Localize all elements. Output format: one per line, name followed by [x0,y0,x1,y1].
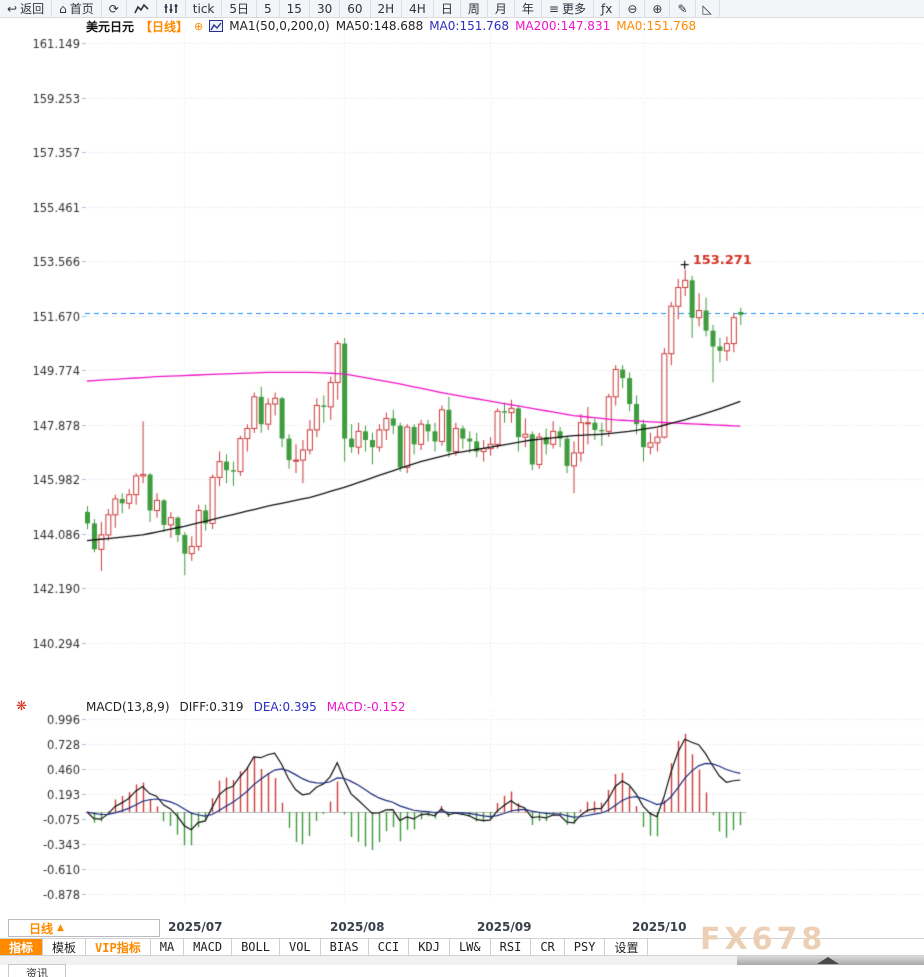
date-label-aug: 2025/08 [330,920,384,934]
zoom-in-icon: ⊕ [652,3,662,15]
scrollbar-arrow-icon [817,957,839,964]
toolbar-draw-icon[interactable]: ✎ [670,0,695,17]
toolbar-interval-4h-label: 4H [409,2,426,16]
indicator-tab-vol[interactable]: VOL [280,939,321,955]
toolbar-interval-week-button[interactable]: 周 [461,0,488,17]
indicator-tab-settings[interactable]: 设置 [605,939,648,955]
toolbar-interval-month-label: 月 [495,0,507,17]
toolbar-interval-15-label: 15 [287,2,302,16]
toolbar-fx-label: ƒx [601,2,612,16]
toolbar-refresh-icon[interactable]: ⟳ [102,0,127,17]
refresh-icon: ⟳ [109,3,119,15]
horizontal-scrollbar-thumb[interactable] [737,956,924,965]
toolbar-interval-5-button[interactable]: 5 [257,0,280,17]
line-chart-icon [134,3,149,14]
period-selector-label: 日线 [29,920,53,937]
toolbar-more-button[interactable]: ≡更多 [542,0,594,17]
toolbar-interval-4h-button[interactable]: 4H [402,0,434,17]
indicator-tab-ma[interactable]: MA [151,939,184,955]
x-axis-row: 日线 ▲ 2025/07 2025/08 2025/09 2025/10 [0,919,924,937]
top-toolbar: ↩返回⌂首页⟳tick5日51530602H4H日周月年≡更多ƒx⊖⊕✎◺ [0,0,924,18]
news-corner-tab[interactable]: 资讯 [8,964,66,977]
ma50-value: MA50:148.688 [336,19,424,33]
chart-header: 美元日元 【日线】 ⊕ MA1(50,0,200,0) MA50:148.688… [86,18,696,34]
toolbar-volume-bars-icon[interactable] [157,0,186,17]
toolbar-range-5d-button[interactable]: 5日 [222,0,257,17]
indicator-tab-rsi[interactable]: RSI [491,939,532,955]
toolbar-zoom-in-icon[interactable]: ⊕ [645,0,670,17]
toolbar-home-button[interactable]: ⌂首页 [52,0,102,17]
toolbar-interval-60-label: 60 [347,2,362,16]
horizontal-scrollbar-track[interactable] [0,956,924,965]
macd-dea-value: DEA:0.395 [254,700,317,714]
toolbar-more-label: 更多 [562,0,586,17]
toolbar-line-chart-icon[interactable] [127,0,157,17]
indicator-tab-macd[interactable]: MACD [184,939,232,955]
indicator-tab-indicators[interactable]: 指标 [0,939,43,955]
toolbar-interval-5-label: 5 [264,2,272,16]
toolbar-interval-15-button[interactable]: 15 [280,0,310,17]
indicator-tab-cr[interactable]: CR [531,939,564,955]
macd-diff-value: DIFF:0.319 [180,700,244,714]
indicator-tab-bias[interactable]: BIAS [321,939,369,955]
macd-bar-value: MACD:-0.152 [327,700,406,714]
toolbar-interval-2h-button[interactable]: 2H [371,0,403,17]
indicator-tab-cci[interactable]: CCI [369,939,410,955]
indicator-tab-templates[interactable]: 模板 [43,939,86,955]
date-label-oct: 2025/10 [632,920,686,934]
ma-chart-icon [209,20,223,32]
date-label-jul: 2025/07 [168,920,222,934]
toolbar-interval-day-label: 日 [441,0,453,17]
toolbar-angle-tool-icon[interactable]: ◺ [696,0,720,17]
add-compare-icon[interactable]: ⊕ [194,20,203,33]
symbol-name: 美元日元 [86,18,134,35]
period-selector-arrow-icon: ▲ [57,923,64,933]
ma-settings-label[interactable]: MA1(50,0,200,0) [229,19,329,33]
toolbar-range-5d-label: 5日 [229,0,249,17]
toolbar-interval-60-button[interactable]: 60 [340,0,370,17]
indicator-tab-kdj[interactable]: KDJ [409,939,450,955]
angle-tool-icon: ◺ [703,3,712,15]
period-tag: 【日线】 [140,18,188,35]
back-icon: ↩ [7,3,17,15]
macd-settings-icon[interactable]: ❋ [16,699,27,714]
indicator-tabs-row: 指标模板VIP指标MAMACDBOLLVOLBIASCCIKDJLW&RSICR… [0,938,924,956]
volume-bars-icon [164,3,178,14]
home-icon: ⌂ [59,3,67,15]
toolbar-zoom-out-icon[interactable]: ⊖ [620,0,645,17]
toolbar-interval-week-label: 周 [468,0,480,17]
macd-params-label[interactable]: MACD(13,8,9) [86,700,170,714]
kline-macd-chart-canvas[interactable] [0,18,924,919]
indicator-tab-psy[interactable]: PSY [565,939,606,955]
indicator-tab-vip-indicators[interactable]: VIP指标 [86,939,151,955]
toolbar-interval-year-button[interactable]: 年 [515,0,542,17]
indicator-tab-lw[interactable]: LW& [450,939,491,955]
ma200-value: MA200:147.831 [515,19,610,33]
toolbar-interval-day-button[interactable]: 日 [434,0,461,17]
toolbar-back-label: 返回 [20,0,44,17]
ma0-blue-value: MA0:151.768 [429,19,509,33]
period-selector[interactable]: 日线 ▲ [8,919,160,937]
toolbar-interval-30-label: 30 [317,2,332,16]
toolbar-home-label: 首页 [70,0,94,17]
toolbar-interval-2h-label: 2H [378,2,395,16]
more-icon: ≡ [549,3,559,15]
draw-icon: ✎ [677,3,687,15]
ma0-orange-value: MA0:151.768 [616,19,696,33]
toolbar-tick-button[interactable]: tick [186,0,223,17]
zoom-out-icon: ⊖ [627,3,637,15]
toolbar-back-button[interactable]: ↩返回 [0,0,52,17]
toolbar-interval-year-label: 年 [522,0,534,17]
toolbar-interval-30-button[interactable]: 30 [310,0,340,17]
toolbar-interval-month-button[interactable]: 月 [488,0,515,17]
indicator-tab-boll[interactable]: BOLL [232,939,280,955]
toolbar-tick-label: tick [193,2,215,16]
app-window: ↩返回⌂首页⟳tick5日51530602H4H日周月年≡更多ƒx⊖⊕✎◺ 分时… [0,0,924,977]
toolbar-fx-button[interactable]: ƒx [594,0,620,17]
macd-header: MACD(13,8,9) DIFF:0.319 DEA:0.395 MACD:-… [86,700,406,714]
date-label-sep: 2025/09 [477,920,531,934]
